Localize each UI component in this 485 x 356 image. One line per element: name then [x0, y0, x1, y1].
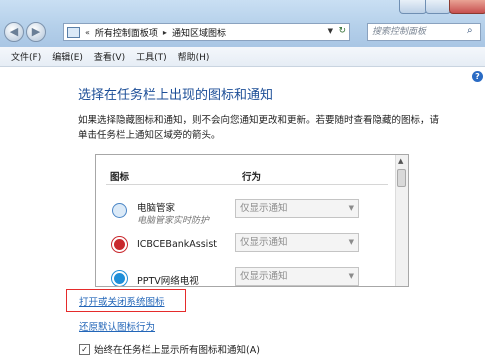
breadcrumb-current[interactable]: 通知区域图标: [172, 26, 226, 39]
column-header-icon: 图标: [110, 172, 130, 183]
chevron-down-icon: ▼: [348, 204, 354, 212]
address-dropdown-icon[interactable]: ▼: [328, 27, 333, 35]
list-item: PPTV网络电视 仅显示通知 ▼: [96, 265, 396, 287]
item-subtitle: 电脑管家实时防护: [137, 216, 210, 226]
back-button[interactable]: ◀: [4, 22, 24, 42]
page-description: 如果选择隐藏图标和通知，则不会向您通知更改和更新。若要随时查看隐藏的图标，请单击…: [78, 115, 440, 141]
always-show-checkbox[interactable]: ✓: [79, 343, 90, 355]
help-icon[interactable]: ?: [472, 71, 483, 82]
item-name: ICBCEBankAssist: [137, 239, 217, 250]
breadcrumb-separator-icon: ▸: [162, 27, 167, 37]
chevron-down-icon: ▼: [348, 272, 354, 280]
breadcrumb-all-items[interactable]: 所有控制面板项: [95, 26, 158, 39]
control-panel-icon: [67, 26, 80, 38]
list-item: ICBCEBankAssist 仅显示通知 ▼: [96, 231, 396, 259]
address-bar[interactable]: « 所有控制面板项 ▸ 通知区域图标 ▼ ↻: [63, 23, 350, 41]
scroll-up-icon[interactable]: ▲: [398, 157, 403, 165]
menu-help[interactable]: 帮助(H): [178, 50, 210, 63]
behavior-dropdown[interactable]: 仅显示通知 ▼: [235, 233, 359, 252]
menu-file[interactable]: 文件(F): [11, 50, 41, 63]
menu-tools[interactable]: 工具(T): [136, 50, 167, 63]
scrollbar-thumb[interactable]: [397, 169, 406, 187]
close-window-button[interactable]: [449, 0, 485, 14]
behavior-dropdown[interactable]: 仅显示通知 ▼: [235, 267, 359, 286]
menu-bar: 文件(F) 编辑(E) 查看(V) 工具(T) 帮助(H): [0, 47, 485, 67]
restore-default-link[interactable]: 还原默认图标行为: [79, 319, 155, 333]
search-icon[interactable]: ⌕: [467, 25, 473, 36]
page-title: 选择在任务栏上出现的图标和通知: [78, 88, 274, 103]
chevron-down-icon: ▼: [348, 238, 354, 246]
maximize-button[interactable]: [425, 0, 451, 14]
system-icons-link[interactable]: 打开或关闭系统图标: [79, 294, 165, 308]
list-scrollbar[interactable]: ▲: [395, 155, 408, 286]
dropdown-value: 仅显示通知: [240, 203, 288, 214]
shield-icon: [112, 203, 127, 218]
minimize-button[interactable]: [399, 0, 427, 14]
menu-view[interactable]: 查看(V): [94, 50, 125, 63]
item-name: 电脑管家: [137, 203, 176, 214]
menu-edit[interactable]: 编辑(E): [52, 50, 83, 63]
dropdown-value: 仅显示通知: [240, 271, 288, 282]
pptv-icon: [112, 271, 127, 286]
dropdown-value: 仅显示通知: [240, 237, 288, 248]
item-name: PPTV网络电视: [137, 276, 199, 287]
search-input[interactable]: 搜索控制面板: [367, 23, 481, 41]
notification-icons-list: 图标 行为 电脑管家 电脑管家实时防护 仅显示通知 ▼ ICBCEBankAss…: [95, 154, 409, 287]
list-item: 电脑管家 电脑管家实时防护 仅显示通知 ▼: [96, 197, 396, 226]
header-divider: [106, 184, 388, 185]
icbc-logo-icon: [112, 237, 127, 252]
column-header-behavior: 行为: [242, 172, 262, 183]
behavior-dropdown[interactable]: 仅显示通知 ▼: [235, 199, 359, 218]
refresh-icon[interactable]: ↻: [338, 26, 346, 36]
window-titlebar: ◀ ▶ « 所有控制面板项 ▸ 通知区域图标 ▼ ↻ 搜索控制面板 ⌕: [0, 0, 485, 47]
breadcrumb-overflow[interactable]: «: [85, 28, 90, 37]
forward-button[interactable]: ▶: [26, 22, 46, 42]
